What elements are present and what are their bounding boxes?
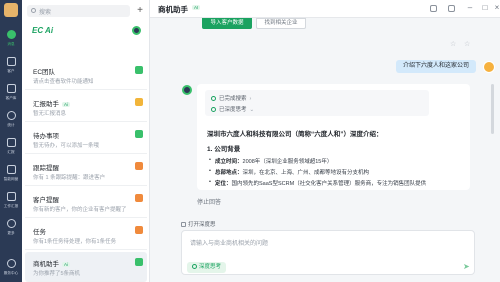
- rail-item-report[interactable]: 汇报: [0, 135, 22, 161]
- team-icon: [135, 66, 143, 74]
- rail-item-service-center[interactable]: 服务中心: [0, 256, 22, 282]
- close-button[interactable]: ×: [492, 3, 500, 12]
- task-icon: [135, 226, 143, 234]
- marketing-icon: [6, 165, 16, 174]
- chat-main: 商机助手 AI – □ × 导入客户数据 找到相关企业 ☆ ☆ 介绍下六度人和这…: [150, 0, 500, 282]
- list-item-customer-reminder[interactable]: 客户提醒 你有新的客户，你的企业有客户提醒了: [25, 188, 147, 218]
- ai-badge: Ai: [62, 262, 71, 267]
- thinking-step-search: 已完成搜索 ›: [211, 94, 251, 102]
- ai-badge: AI: [192, 5, 201, 10]
- reminder-icon: [135, 194, 143, 202]
- user-message: 介绍下六度人和这家公司: [396, 60, 476, 73]
- rail-item-statistics[interactable]: 统计: [0, 108, 22, 134]
- chat-icon: [6, 30, 16, 39]
- minimize-button[interactable]: –: [465, 3, 475, 12]
- work-report-icon: [6, 192, 16, 201]
- import-customer-data-button[interactable]: 导入客户数据: [202, 18, 252, 29]
- rail-item-messages[interactable]: 消息: [0, 27, 22, 53]
- rail-item-work-report[interactable]: 工作汇报: [0, 189, 22, 215]
- list-item-report-assistant[interactable]: 汇报助手 Ai 暂无汇报消息: [25, 92, 147, 122]
- deep-think-toggle[interactable]: 打开深度思: [181, 220, 216, 228]
- statistics-icon: [6, 111, 16, 120]
- check-circle-icon: [211, 96, 216, 101]
- search-input[interactable]: 搜索: [27, 5, 130, 17]
- user-avatar[interactable]: [4, 3, 18, 17]
- answer-bullet: 总部地点：深圳，在北京、上海、广州、成都等地设有分支机构: [209, 168, 369, 176]
- add-button[interactable]: +: [134, 5, 146, 17]
- conversation-list-panel: 搜索 + EC Ai EC团队 请点击查看软件功能通知 汇报助手 Ai 暂无汇报消…: [22, 0, 150, 282]
- brain-icon: [192, 264, 197, 269]
- answer-section-title: 1. 公司背景: [207, 146, 241, 153]
- assistant-answer: 已完成搜索 › 已深度思考 ⌄ 深圳市六度人和科技有限公司（简称“六度人和”）深度介…: [197, 84, 470, 190]
- list-item-todo[interactable]: 待办事项 暂无待办，可以添加一条哦: [25, 124, 147, 154]
- list-item-follow-up[interactable]: 跟踪提醒 你有 1 条跟踪提醒：跟进客户: [25, 156, 147, 186]
- ec-ai-label[interactable]: EC Ai: [32, 26, 53, 35]
- rail-item-customer-library[interactable]: 客户库: [0, 81, 22, 107]
- report-icon: [135, 98, 143, 106]
- thinking-panel[interactable]: 已完成搜索 › 已深度思考 ⌄: [205, 90, 429, 116]
- deep-think-button[interactable]: 深度思考: [187, 262, 227, 273]
- user-avatar: [483, 61, 495, 73]
- page-title: 商机助手: [158, 5, 188, 14]
- chat-input[interactable]: 请输入与商业商机相关的问题 深度思考 ➤: [181, 230, 475, 275]
- more-icon: [6, 219, 16, 228]
- answer-bullet: 定位：国内领先的SaaS型SCRM（社交化客户关系管理）服务商，专注为销售团队提…: [209, 179, 426, 187]
- toggle-icon: [181, 222, 186, 227]
- maximize-button[interactable]: □: [480, 3, 490, 12]
- service-center-icon: [6, 259, 16, 268]
- left-rail: 消息 客户 客户库 统计 汇报 智能网营 工作汇报 更多 服务中心: [0, 0, 22, 282]
- history-icon[interactable]: [448, 5, 455, 12]
- customer-library-icon: [6, 84, 16, 93]
- todo-icon: [135, 130, 143, 138]
- thumb-up-icon[interactable]: ☆: [450, 40, 456, 48]
- headset-icon[interactable]: [430, 5, 437, 12]
- chevron-right-icon: ›: [249, 96, 252, 102]
- rail-item-more[interactable]: 更多: [0, 216, 22, 242]
- ec-ai-logo-icon: [132, 26, 141, 35]
- list-item-ec-team[interactable]: EC团队 请点击查看软件功能通知: [25, 60, 147, 90]
- thinking-step-deep: 已深度思考 ⌄: [211, 105, 254, 113]
- follow-up-icon: [135, 162, 143, 170]
- check-circle-icon: [211, 107, 216, 112]
- find-related-companies-button[interactable]: 找到相关企业: [256, 18, 306, 29]
- answer-heading: 深圳市六度人和科技有限公司（简称“六度人和”）深度介绍：: [207, 131, 383, 138]
- send-icon[interactable]: ➤: [463, 263, 471, 271]
- answer-bullet: 成立时间：2008年（深圳企业服务领域超15年）: [209, 157, 332, 165]
- stop-answer-button[interactable]: 停止回答: [197, 197, 221, 206]
- assistant-avatar-icon: [182, 85, 192, 95]
- list-item-task[interactable]: 任务 你有1条任务待处理，你有1条任务: [25, 220, 147, 250]
- report-icon: [6, 138, 16, 147]
- rail-item-customers[interactable]: 客户: [0, 54, 22, 80]
- opportunity-icon: [135, 258, 143, 266]
- thumb-down-icon[interactable]: ☆: [464, 40, 470, 48]
- list-item-opportunity-assistant[interactable]: 商机助手 Ai 为你推荐了5条商机: [25, 252, 147, 282]
- customer-icon: [6, 57, 16, 66]
- ai-badge: Ai: [62, 102, 71, 107]
- chevron-down-icon: ⌄: [249, 107, 255, 113]
- chat-header: 商机助手 AI – □ ×: [150, 0, 500, 18]
- scrollbar[interactable]: [491, 84, 494, 134]
- search-icon: [31, 8, 36, 13]
- rail-item-marketing[interactable]: 智能网营: [0, 162, 22, 188]
